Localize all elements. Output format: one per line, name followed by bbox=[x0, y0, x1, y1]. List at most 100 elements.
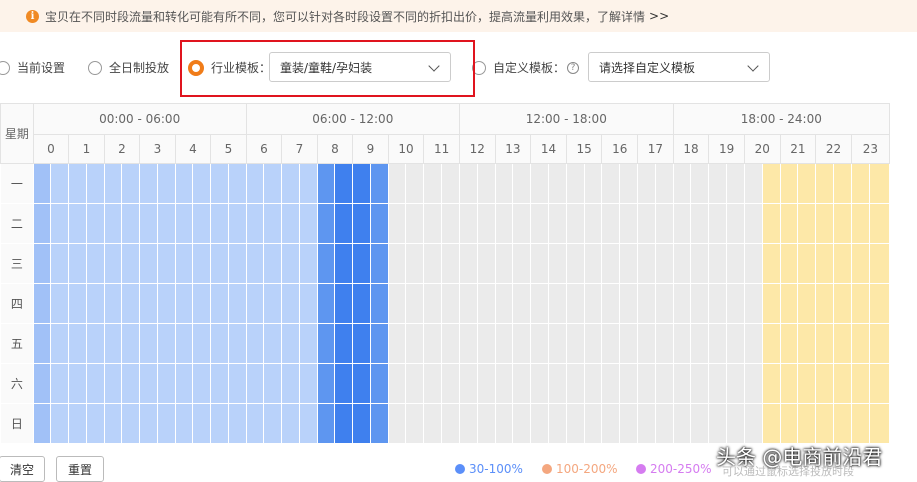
time-slot-cell[interactable] bbox=[868, 323, 891, 364]
time-slot-cell[interactable] bbox=[637, 163, 656, 204]
time-slot-cell[interactable] bbox=[726, 323, 745, 364]
time-slot-cell[interactable] bbox=[530, 323, 549, 364]
time-slot-cell[interactable] bbox=[139, 243, 158, 284]
time-slot-cell[interactable] bbox=[583, 243, 603, 284]
time-slot-cell[interactable] bbox=[192, 363, 212, 404]
time-slot-cell[interactable] bbox=[868, 203, 891, 244]
time-slot-cell[interactable] bbox=[210, 323, 229, 364]
time-slot-cell[interactable] bbox=[476, 323, 496, 364]
time-slot-cell[interactable] bbox=[547, 203, 567, 244]
time-slot-cell[interactable] bbox=[192, 203, 212, 244]
time-slot-cell[interactable] bbox=[743, 283, 763, 324]
time-slot-cell[interactable] bbox=[405, 363, 425, 404]
time-slot-cell[interactable] bbox=[743, 203, 763, 244]
time-slot-cell[interactable] bbox=[654, 283, 674, 324]
time-slot-cell[interactable] bbox=[316, 203, 336, 244]
time-slot-cell[interactable] bbox=[50, 163, 70, 204]
time-slot-cell[interactable] bbox=[779, 283, 799, 324]
time-slot-cell[interactable] bbox=[476, 163, 496, 204]
time-slot-cell[interactable] bbox=[654, 323, 674, 364]
time-slot-cell[interactable] bbox=[476, 283, 496, 324]
time-slot-cell[interactable] bbox=[690, 283, 710, 324]
time-slot-cell[interactable] bbox=[761, 243, 781, 284]
time-slot-cell[interactable] bbox=[708, 163, 728, 204]
time-slot-cell[interactable] bbox=[637, 243, 656, 284]
time-slot-cell[interactable] bbox=[210, 363, 229, 404]
time-slot-cell[interactable] bbox=[815, 283, 834, 324]
time-slot-cell[interactable] bbox=[32, 203, 52, 244]
time-slot-cell[interactable] bbox=[494, 363, 514, 404]
time-slot-cell[interactable] bbox=[174, 323, 194, 364]
time-slot-cell[interactable] bbox=[915, 163, 917, 204]
time-slot-cell[interactable] bbox=[210, 243, 229, 284]
option-all-day[interactable]: 全日制投放 bbox=[88, 59, 169, 76]
time-slot-cell[interactable] bbox=[547, 403, 567, 444]
time-slot-cell[interactable] bbox=[192, 403, 212, 444]
time-slot-cell[interactable] bbox=[68, 243, 87, 284]
time-slot-cell[interactable] bbox=[690, 203, 710, 244]
time-slot-cell[interactable] bbox=[192, 163, 212, 204]
time-slot-cell[interactable] bbox=[815, 203, 834, 244]
time-slot-cell[interactable] bbox=[263, 403, 283, 444]
time-slot-cell[interactable] bbox=[476, 243, 496, 284]
time-slot-cell[interactable] bbox=[245, 243, 265, 284]
time-slot-cell[interactable] bbox=[637, 403, 656, 444]
time-slot-cell[interactable] bbox=[316, 363, 336, 404]
time-slot-cell[interactable] bbox=[565, 203, 585, 244]
time-slot-cell[interactable] bbox=[779, 363, 799, 404]
time-slot-cell[interactable] bbox=[476, 363, 496, 404]
time-slot-cell[interactable] bbox=[387, 403, 407, 444]
time-slot-cell[interactable] bbox=[387, 243, 407, 284]
time-slot-cell[interactable] bbox=[708, 323, 728, 364]
time-slot-cell[interactable] bbox=[369, 323, 389, 364]
time-slot-cell[interactable] bbox=[334, 323, 354, 364]
time-slot-cell[interactable] bbox=[583, 283, 603, 324]
time-slot-cell[interactable] bbox=[726, 363, 745, 404]
time-slot-cell[interactable] bbox=[139, 323, 158, 364]
time-slot-cell[interactable] bbox=[832, 243, 852, 284]
time-slot-cell[interactable] bbox=[743, 163, 763, 204]
time-slot-cell[interactable] bbox=[672, 403, 692, 444]
time-slot-cell[interactable] bbox=[761, 163, 781, 204]
time-slot-cell[interactable] bbox=[441, 243, 460, 284]
time-slot-cell[interactable] bbox=[369, 363, 389, 404]
time-slot-cell[interactable] bbox=[423, 203, 443, 244]
time-slot-cell[interactable] bbox=[139, 403, 158, 444]
time-slot-cell[interactable] bbox=[494, 283, 514, 324]
time-slot-cell[interactable] bbox=[583, 323, 603, 364]
time-slot-cell[interactable] bbox=[619, 323, 639, 364]
time-slot-cell[interactable] bbox=[476, 403, 496, 444]
time-slot-cell[interactable] bbox=[281, 363, 300, 404]
time-slot-cell[interactable] bbox=[139, 163, 158, 204]
time-slot-cell[interactable] bbox=[263, 243, 283, 284]
time-slot-cell[interactable] bbox=[530, 283, 549, 324]
reset-button[interactable]: 重置 bbox=[56, 456, 104, 482]
time-slot-cell[interactable] bbox=[352, 203, 371, 244]
time-slot-cell[interactable] bbox=[512, 323, 532, 364]
time-slot-cell[interactable] bbox=[121, 203, 141, 244]
time-slot-cell[interactable] bbox=[815, 363, 834, 404]
time-slot-cell[interactable] bbox=[50, 203, 70, 244]
time-slot-cell[interactable] bbox=[690, 323, 710, 364]
time-slot-cell[interactable] bbox=[281, 283, 300, 324]
time-slot-cell[interactable] bbox=[619, 163, 639, 204]
time-slot-cell[interactable] bbox=[708, 363, 728, 404]
time-slot-cell[interactable] bbox=[797, 363, 817, 404]
time-slot-cell[interactable] bbox=[156, 243, 176, 284]
time-slot-cell[interactable] bbox=[868, 403, 891, 444]
time-slot-cell[interactable] bbox=[868, 283, 891, 324]
time-slot-cell[interactable] bbox=[423, 283, 443, 324]
time-slot-cell[interactable] bbox=[530, 363, 549, 404]
time-slot-cell[interactable] bbox=[423, 243, 443, 284]
time-slot-cell[interactable] bbox=[797, 403, 817, 444]
time-slot-cell[interactable] bbox=[281, 243, 300, 284]
custom-template-select[interactable]: 请选择自定义模板 bbox=[588, 52, 770, 82]
time-slot-cell[interactable] bbox=[494, 203, 514, 244]
time-slot-cell[interactable] bbox=[405, 403, 425, 444]
time-slot-cell[interactable] bbox=[121, 163, 141, 204]
time-slot-cell[interactable] bbox=[156, 203, 176, 244]
time-slot-cell[interactable] bbox=[832, 363, 852, 404]
time-slot-cell[interactable] bbox=[68, 283, 87, 324]
time-slot-cell[interactable] bbox=[441, 363, 460, 404]
time-slot-cell[interactable] bbox=[619, 363, 639, 404]
